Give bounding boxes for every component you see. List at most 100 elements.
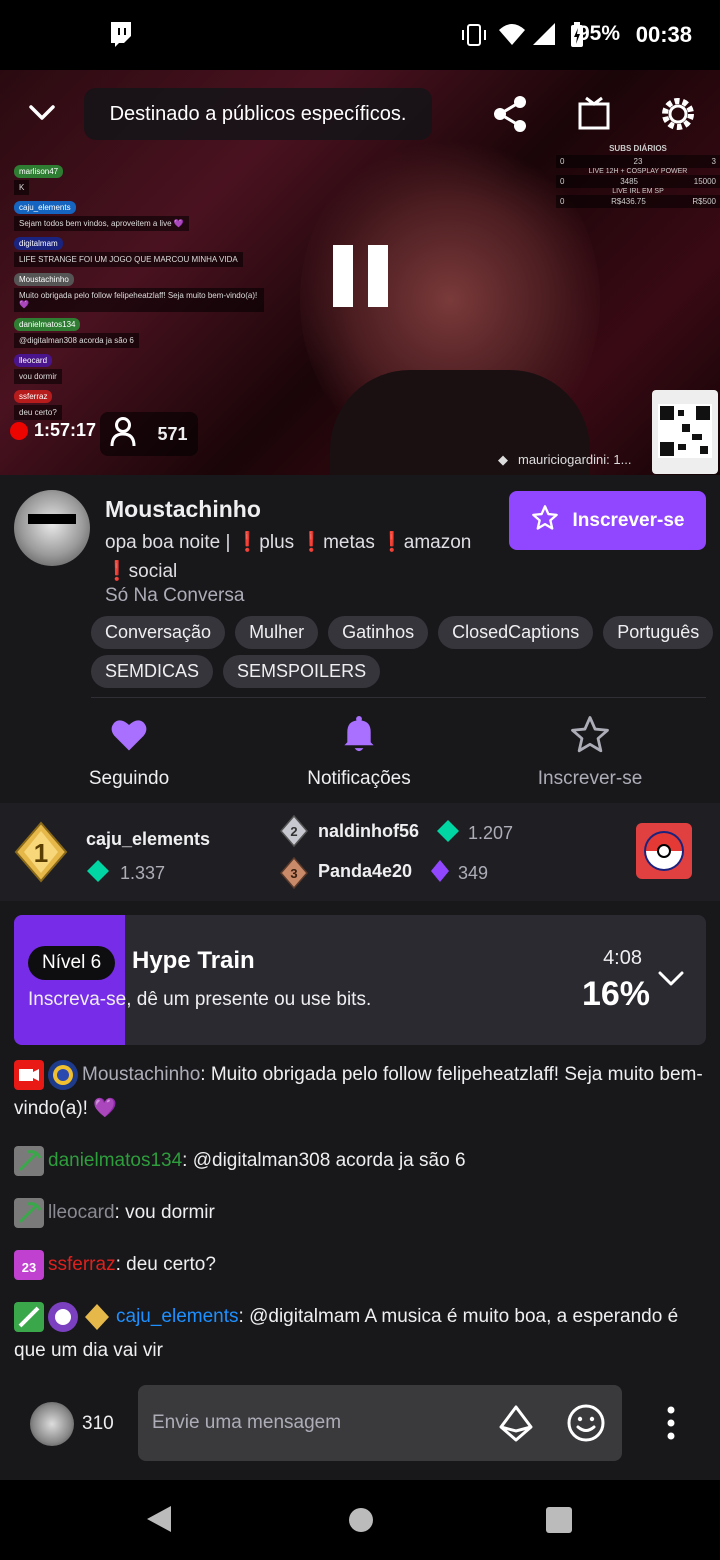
hype-train-subtitle: Inscreva-se, dê um presente ou use bits.	[28, 989, 372, 1010]
leader-3-score: 349	[430, 859, 488, 888]
following-button[interactable]: Seguindo	[29, 710, 229, 790]
subscribe-button[interactable]: Inscrever-se	[509, 491, 706, 550]
tag-chip[interactable]: Português	[603, 616, 714, 649]
chat-username[interactable]: lleocard	[48, 1202, 115, 1223]
hype-train-card[interactable]: Nível 6 Hype Train Inscreva-se, dê um pr…	[14, 915, 706, 1045]
subscribe-action-label: Inscrever-se	[537, 768, 643, 789]
broadcaster-badge-icon	[14, 1059, 44, 1090]
subs-title: SUBS DIÁRIOS	[609, 144, 667, 153]
overlay-chat-name: digitalmam	[14, 237, 63, 250]
overlay-chat-item: marlison47 K	[14, 165, 264, 195]
overlay-chat-name: caju_elements	[14, 201, 76, 214]
bell-icon	[259, 710, 459, 760]
clock: 00:38	[635, 22, 692, 47]
subs-row3-b: R$436.75	[611, 197, 646, 206]
overlay-chat-item: digitalmam LIFE STRANGE FOI UM JOGO QUE M…	[14, 237, 264, 267]
tag-chip[interactable]: Mulher	[235, 616, 319, 649]
subs-row3-c: R$500	[692, 197, 716, 206]
emote-picker-icon[interactable]	[566, 1403, 606, 1448]
notifications-button[interactable]: Notificações	[259, 710, 459, 790]
chat-list: Moustachinho: Muito obrigada pelo follow…	[14, 1058, 706, 1386]
svg-text:23: 23	[22, 1260, 36, 1275]
overlay-chat-name: Moustachinho	[14, 273, 74, 286]
channel-emblem-icon[interactable]	[636, 823, 692, 879]
chat-username[interactable]: caju_elements	[116, 1306, 239, 1327]
chat-input[interactable]: Envie uma mensagem	[138, 1385, 622, 1461]
rank-1-badge-icon: 1	[14, 821, 68, 888]
channel-avatar[interactable]	[14, 490, 90, 566]
live-dot-icon	[10, 421, 28, 440]
divider	[91, 697, 706, 698]
settings-gear-icon[interactable]	[658, 94, 698, 139]
audience-notice: Destinado a públicos específicos.	[84, 88, 432, 140]
tag-chip[interactable]: Conversação	[91, 616, 226, 649]
pickaxe-badge-icon	[14, 1145, 44, 1176]
recents-icon[interactable]	[545, 1506, 573, 1539]
leader-2-name: naldinhof56	[318, 821, 420, 841]
leaderboard[interactable]: 1 caju_elements 1.337 2 naldinhof56 1.20…	[0, 803, 720, 901]
subs-line3: LIVE IRL EM SP	[612, 188, 664, 195]
credit-text: mauriciogardini: 1...	[518, 452, 632, 467]
overlay-chat-text: vou dormir	[14, 369, 62, 384]
hype-train-progress-fill	[14, 915, 125, 1045]
hype-train-title: Hype Train	[132, 947, 255, 974]
sub-gifter-badge-icon	[82, 1302, 112, 1332]
person-icon	[110, 416, 136, 452]
rank-3-number: 3	[290, 866, 297, 881]
subs-row3-a: 0	[560, 197, 565, 206]
bits-small-icon: ◆	[498, 452, 508, 467]
rank-2-badge-icon: 2	[280, 814, 308, 852]
android-nav-bar	[0, 1480, 720, 1560]
following-label: Seguindo	[88, 768, 170, 789]
channel-points-count[interactable]: 310	[82, 1413, 114, 1435]
overlay-chat-name: ssferraz	[14, 390, 53, 403]
channel-points-icon[interactable]	[30, 1402, 74, 1446]
status-bar: 95% 00:38	[0, 0, 720, 70]
hype-train-percent: 16%	[581, 975, 650, 1013]
chat-username[interactable]: danielmatos134	[48, 1150, 182, 1171]
channel-name[interactable]: Moustachinho	[105, 496, 261, 523]
signal-icon	[532, 22, 556, 51]
overlay-chat-item: lleocard vou dormir	[14, 354, 264, 384]
cast-icon[interactable]	[578, 96, 612, 137]
chat-username[interactable]: Moustachinho	[82, 1064, 200, 1085]
leader-2-score: 1.207	[436, 819, 513, 848]
subs-row2-a: 0	[560, 177, 565, 186]
tag-chip[interactable]: SEMSPOILERS	[223, 655, 381, 688]
overlay-chat-name: lleocard	[14, 354, 53, 367]
tag-chip[interactable]: ClosedCaptions	[438, 616, 594, 649]
back-icon[interactable]	[145, 1504, 173, 1539]
chat-text: : deu certo?	[115, 1254, 216, 1275]
share-icon[interactable]	[490, 94, 530, 139]
pause-button[interactable]	[333, 245, 388, 307]
chat-username[interactable]: ssferraz	[48, 1254, 116, 1275]
more-options-icon[interactable]	[664, 1405, 678, 1446]
viewer-count: 571	[100, 412, 198, 456]
stream-category[interactable]: Só Na Conversa	[105, 585, 244, 607]
subs-overlay-panel: SUBS DIÁRIOS 0 23 3 LIVE 12H + COSPLAY P…	[556, 142, 720, 226]
pause-bar-right	[368, 245, 388, 307]
overlay-chat-name: marlison47	[14, 165, 64, 178]
chat-message: danielmatos134: @digitalman308 acorda ja…	[14, 1144, 706, 1178]
subs-row2-b: 3485	[620, 177, 638, 186]
chat-message: 23 ssferraz: deu certo?	[14, 1248, 706, 1282]
subscribe-action-button[interactable]: Inscrever-se	[490, 710, 690, 790]
home-icon[interactable]	[347, 1506, 375, 1539]
vibrate-icon	[461, 24, 487, 51]
collapse-chevron-icon[interactable]	[28, 104, 56, 127]
bits-icon[interactable]	[498, 1405, 534, 1448]
leader-1-value: 1.337	[120, 863, 166, 883]
subs-row1-c: 3	[711, 157, 716, 166]
tag-chip[interactable]: Gatinhos	[328, 616, 429, 649]
chevron-down-icon[interactable]	[658, 971, 684, 992]
gem-icon	[86, 859, 110, 888]
video-player[interactable]: marlison47 Kcaju_elements Sejam todos bem …	[0, 70, 720, 475]
leader-1-name: caju_elements	[86, 829, 211, 849]
overlay-chat-name: danielmatos134	[14, 318, 81, 331]
sword-badge-icon	[14, 1301, 44, 1332]
tag-chip[interactable]: SEMDICAS	[91, 655, 214, 688]
leader-3-name: Panda4e20	[318, 861, 413, 881]
star-icon	[531, 504, 559, 538]
stream-title: opa boa noite | ❗plus ❗metas ❗amazon ❗so…	[105, 532, 472, 582]
anniversary-badge-icon	[48, 1059, 78, 1090]
